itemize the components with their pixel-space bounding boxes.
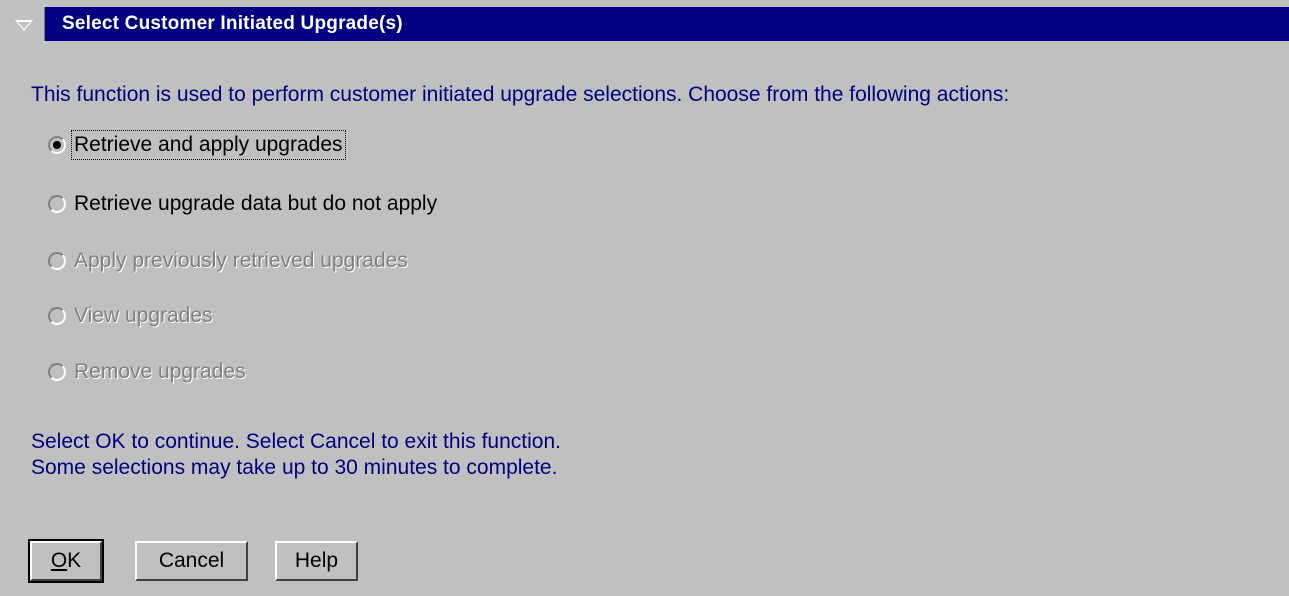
radio-apply-previous: Apply previously retrieved upgrades [48, 246, 410, 276]
radio-remove-upgrades: Remove upgrades [48, 357, 248, 387]
window-title: Select Customer Initiated Upgrade(s) [62, 13, 403, 34]
radio-disabled-icon [48, 307, 66, 325]
help-button[interactable]: Help [275, 541, 358, 581]
option-label[interactable]: Retrieve upgrade data but do not apply [72, 190, 439, 218]
system-menu-button[interactable] [7, 7, 45, 41]
system-menu-icon [15, 20, 33, 31]
cancel-button[interactable]: Cancel [135, 541, 248, 581]
radio-disabled-icon [48, 252, 66, 270]
footer-text-line-2: Some selections may take up to 30 minute… [31, 456, 558, 479]
dialog-window: Select Customer Initiated Upgrade(s) Thi… [0, 0, 1289, 596]
radio-retrieve-only[interactable]: Retrieve upgrade data but do not apply [48, 189, 439, 219]
option-label: Apply previously retrieved upgrades [74, 249, 408, 272]
title-bar: Select Customer Initiated Upgrade(s) [7, 7, 1289, 41]
radio-view-upgrades: View upgrades [48, 301, 215, 331]
intro-text: This function is used to perform custome… [31, 83, 1010, 106]
radio-retrieve-and-apply[interactable]: Retrieve and apply upgrades [48, 130, 346, 160]
option-label[interactable]: Retrieve and apply upgrades [71, 130, 346, 160]
ok-button[interactable]: OK [28, 539, 104, 583]
radio-selected-icon[interactable] [48, 136, 66, 154]
radio-unselected-icon[interactable] [48, 195, 66, 213]
radio-disabled-icon [48, 363, 66, 381]
ok-label-rest: K [67, 549, 82, 572]
footer-text-line-1: Select OK to continue. Select Cancel to … [31, 430, 561, 453]
ok-mnemonic: O [50, 549, 68, 572]
option-label: View upgrades [74, 304, 213, 327]
option-label: Remove upgrades [74, 360, 246, 383]
